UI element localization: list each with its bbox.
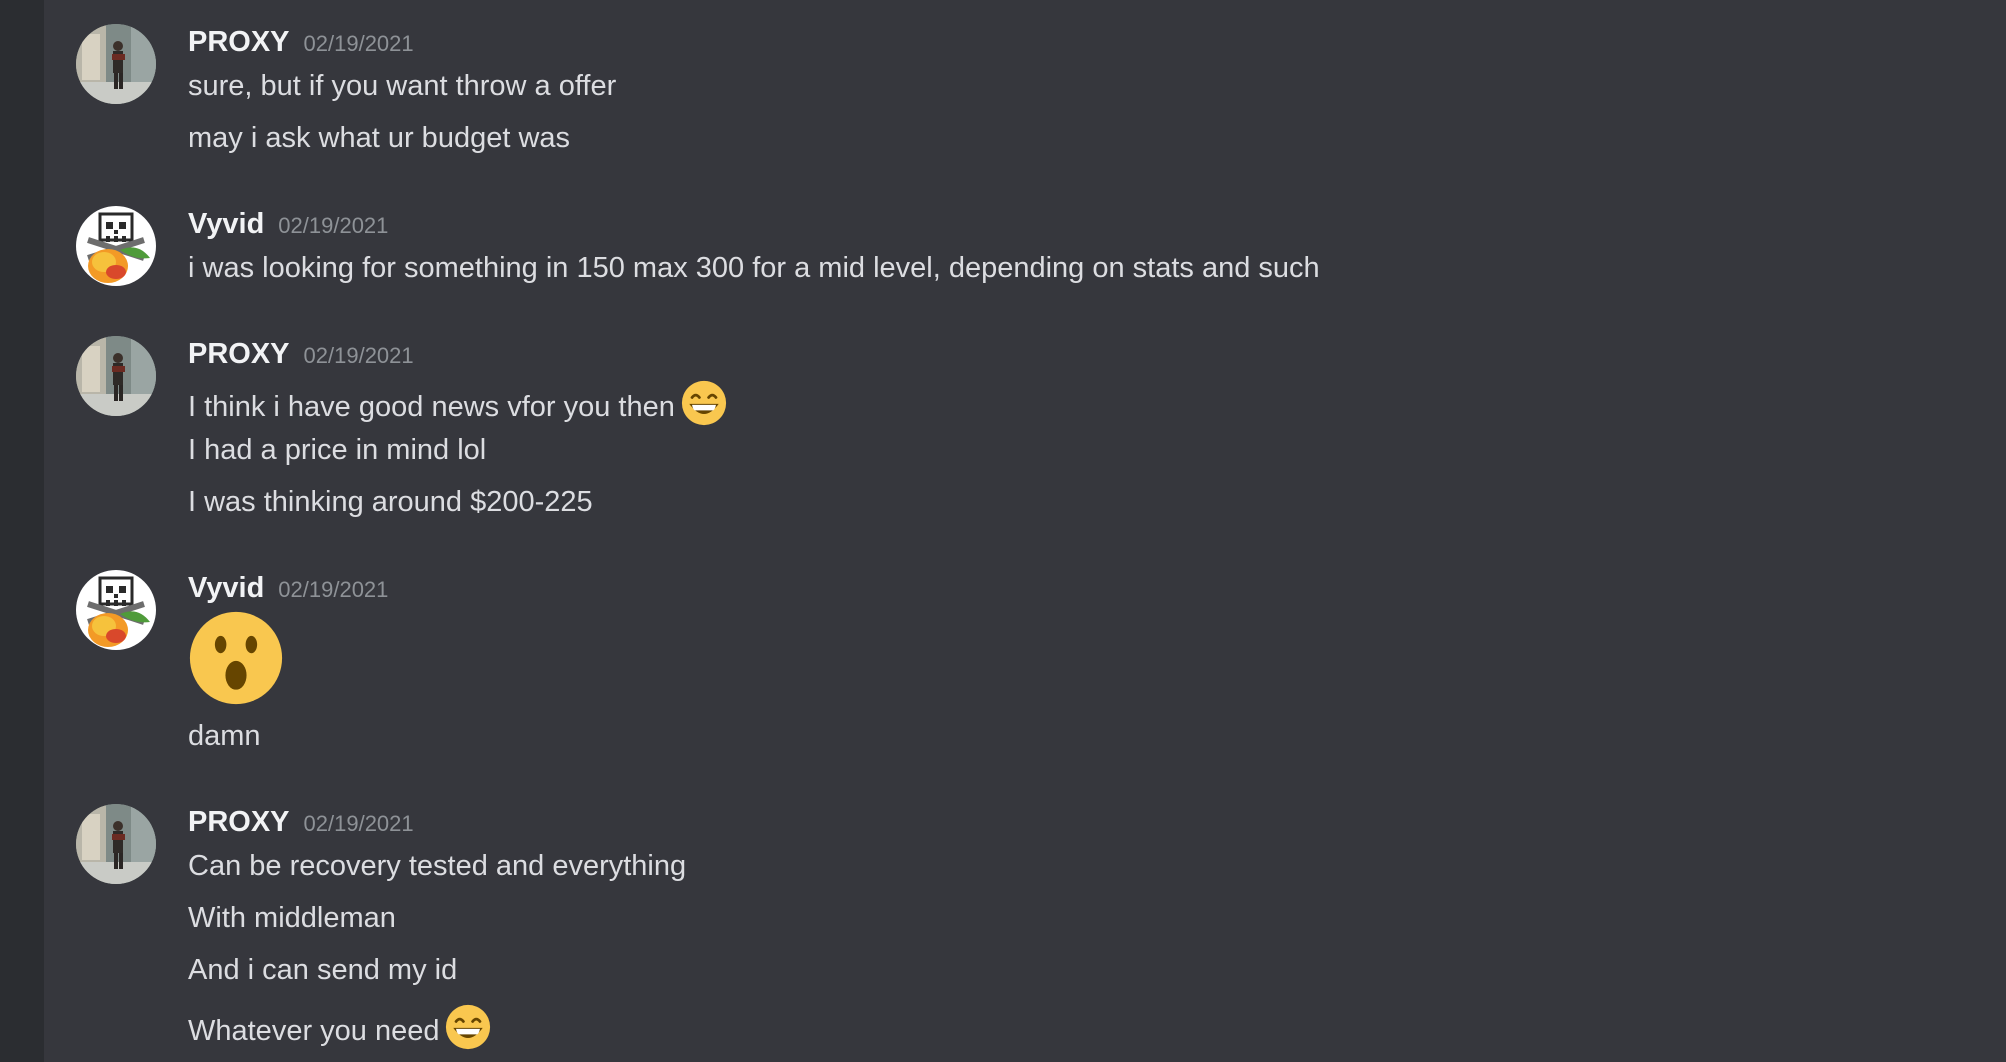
username[interactable]: PROXY <box>188 806 290 838</box>
message-text: With middleman <box>188 902 396 934</box>
timestamp[interactable]: 02/19/2021 <box>304 811 414 836</box>
message-text: Whatever you need <box>188 1015 440 1047</box>
timestamp[interactable]: 02/19/2021 <box>278 577 388 602</box>
message-text: I think i have good news vfor you then <box>188 391 675 423</box>
message-text: damn <box>188 720 261 752</box>
message-header: Vyvid 02/19/2021 <box>188 572 388 608</box>
proxy-avatar[interactable] <box>76 336 156 416</box>
vyvid-skull-mango-avatar[interactable] <box>76 206 156 286</box>
grinning-face-emoji[interactable] <box>680 380 727 426</box>
app-window: PROXY 02/19/2021 sure, but if you want th… <box>0 0 2006 1062</box>
proxy-avatar[interactable] <box>76 24 156 104</box>
proxy-avatar[interactable] <box>76 804 156 884</box>
message-line: I think i have good news vfor you then <box>188 380 727 426</box>
message-text: may i ask what ur budget was <box>188 122 571 154</box>
message-text: Can be recovery tested and everything <box>188 850 687 882</box>
message-text: i was looking for something in 150 max 3… <box>188 252 1320 284</box>
message-header: PROXY 02/19/2021 <box>188 806 414 842</box>
message-list[interactable]: PROXY 02/19/2021 sure, but if you want th… <box>44 0 2006 1062</box>
vyvid-skull-mango-avatar[interactable] <box>76 570 156 650</box>
message-text: And i can send my id <box>188 954 458 986</box>
username[interactable]: PROXY <box>188 26 290 58</box>
message-header: PROXY 02/19/2021 <box>188 338 414 374</box>
timestamp[interactable]: 02/19/2021 <box>278 213 388 238</box>
username[interactable]: PROXY <box>188 338 290 370</box>
grinning-face-emoji[interactable] <box>445 1004 492 1050</box>
server-sidebar-edge <box>0 0 44 1062</box>
username[interactable]: Vyvid <box>188 208 264 240</box>
timestamp[interactable]: 02/19/2021 <box>304 31 414 56</box>
username[interactable]: Vyvid <box>188 572 264 604</box>
message-header: Vyvid 02/19/2021 <box>188 208 388 244</box>
open-mouth-face-emoji[interactable] <box>188 610 284 706</box>
message-header: PROXY 02/19/2021 <box>188 26 414 62</box>
message-text: I was thinking around $200-225 <box>188 486 593 518</box>
message-text: sure, but if you want throw a offer <box>188 70 617 102</box>
message-line: Whatever you need <box>188 1004 492 1050</box>
timestamp[interactable]: 02/19/2021 <box>304 343 414 368</box>
message-text: I had a price in mind lol <box>188 434 487 466</box>
